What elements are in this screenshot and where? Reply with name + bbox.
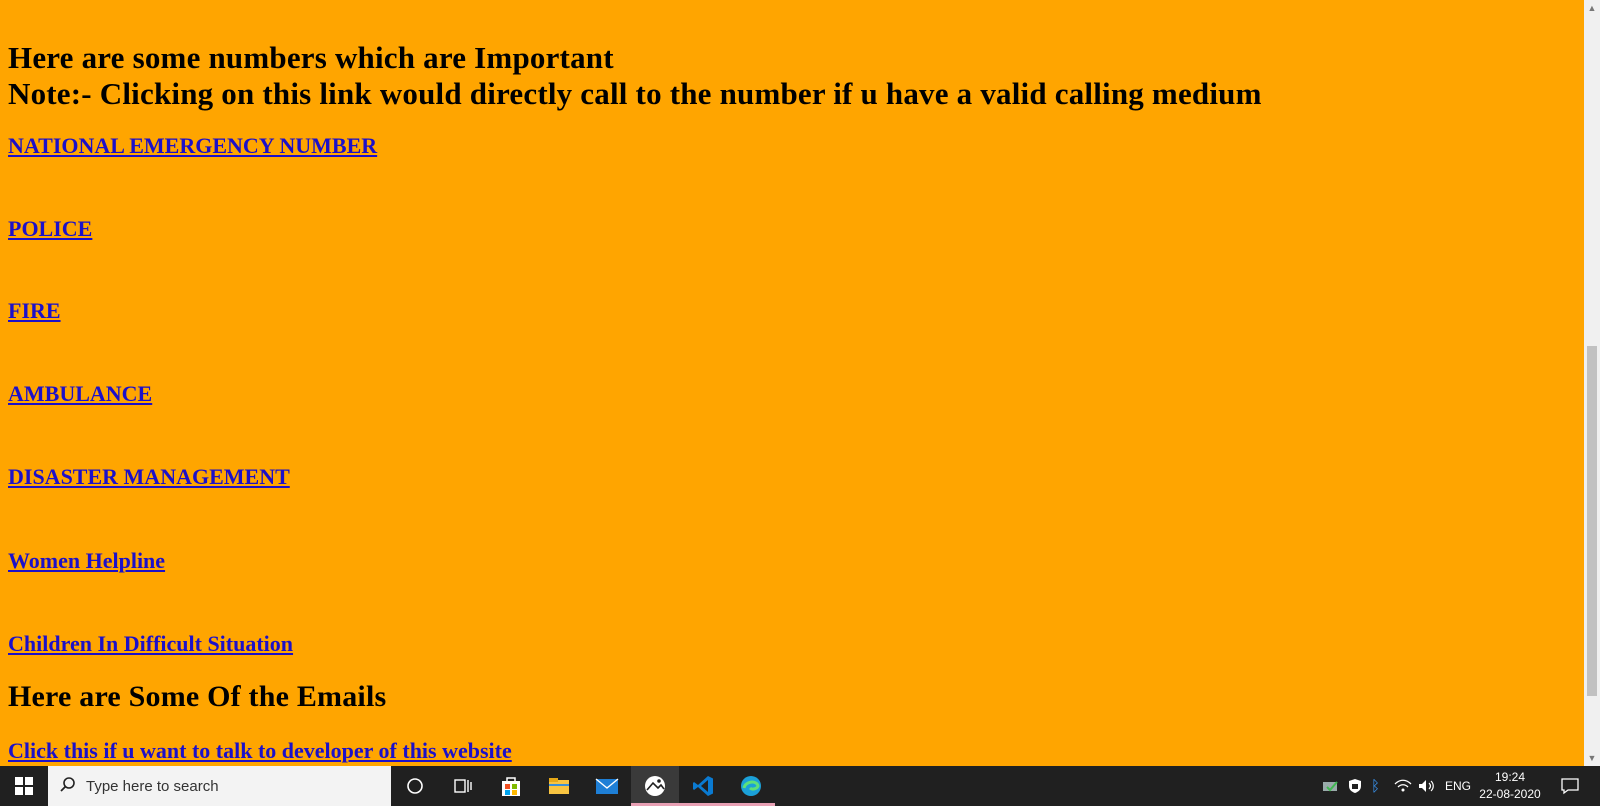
emails-heading: Here are Some Of the Emails [8, 680, 387, 713]
task-view-icon[interactable] [439, 766, 487, 806]
taskbar-search-box[interactable]: Type here to search [48, 766, 391, 806]
photos-icon[interactable] [631, 766, 679, 806]
link-ambulance[interactable]: AMBULANCE [8, 381, 152, 407]
clock-date: 22-08-2020 [1479, 787, 1541, 801]
language-indicator[interactable]: ENG [1445, 766, 1471, 806]
windows-taskbar: Type here to search ᛒ ENG 19:24 22-08-20… [0, 766, 1600, 806]
bluetooth-icon[interactable]: ᛒ [1371, 766, 1380, 806]
browser-viewport: Here are some numbers which are Importan… [0, 0, 1584, 766]
security-icon[interactable] [1347, 766, 1363, 806]
search-placeholder: Type here to search [86, 777, 219, 795]
wifi-icon[interactable] [1394, 766, 1412, 806]
file-explorer-icon[interactable] [535, 766, 583, 806]
vertical-scrollbar[interactable]: ▲ ▼ [1584, 0, 1600, 766]
link-developer-contact[interactable]: Click this if u want to talk to develope… [8, 738, 512, 764]
clock-time: 19:24 [1494, 770, 1526, 784]
cortana-icon[interactable] [391, 766, 439, 806]
link-children-difficult-situation[interactable]: Children In Difficult Situation [8, 631, 293, 657]
link-fire[interactable]: FIRE [8, 298, 61, 324]
vscode-icon[interactable] [679, 766, 727, 806]
link-national-emergency[interactable]: NATIONAL EMERGENCY NUMBER [8, 133, 377, 159]
edge-icon[interactable] [727, 766, 775, 806]
system-clock[interactable]: 19:24 22-08-2020 [1470, 769, 1550, 803]
defender-icon[interactable] [1322, 766, 1340, 806]
notification-icon[interactable] [1560, 766, 1580, 806]
store-icon[interactable] [487, 766, 535, 806]
page-heading: Here are some numbers which are Importan… [8, 40, 614, 75]
scroll-up-arrow-icon[interactable]: ▲ [1584, 0, 1600, 16]
scroll-down-arrow-icon[interactable]: ▼ [1584, 750, 1600, 766]
link-police[interactable]: POLICE [8, 216, 92, 242]
scrollbar-thumb[interactable] [1587, 346, 1597, 696]
page-note: Note:- Clicking on this link would direc… [8, 76, 1262, 111]
volume-icon[interactable] [1418, 766, 1436, 806]
windows-start-icon[interactable] [0, 766, 48, 806]
mail-icon[interactable] [583, 766, 631, 806]
link-women-helpline[interactable]: Women Helpline [8, 548, 165, 574]
link-disaster-management[interactable]: DISASTER MANAGEMENT [8, 464, 290, 490]
search-icon [60, 776, 76, 797]
